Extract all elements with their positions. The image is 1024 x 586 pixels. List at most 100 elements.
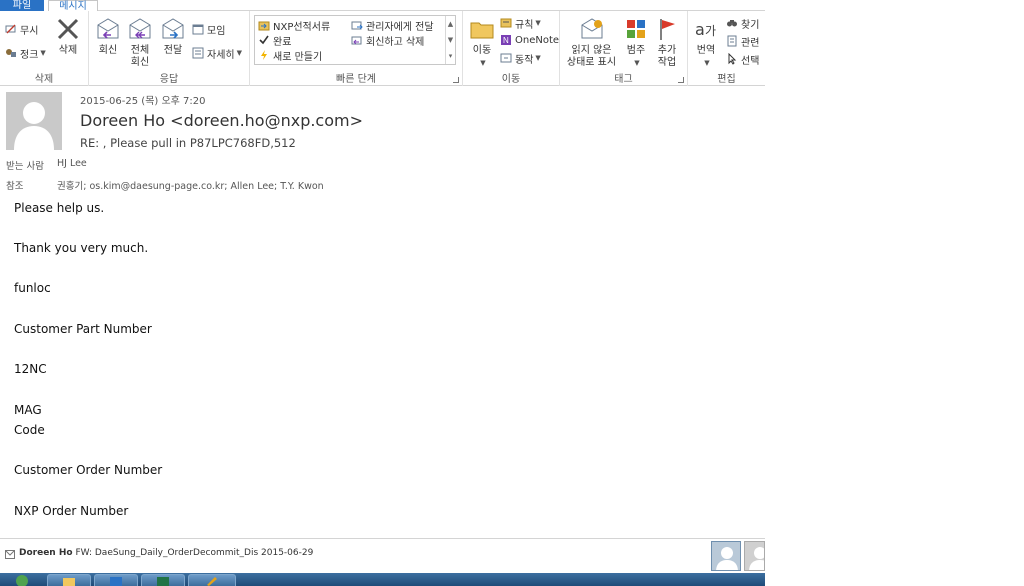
mark-unread-icon (577, 15, 607, 43)
ignore-label: 무시 (20, 25, 39, 37)
person-icon (712, 542, 740, 570)
cc-recipients[interactable]: 권홍기; os.kim@daesung-page.co.kr; Allen Le… (57, 178, 324, 192)
quick-step-reply-delete[interactable]: 회신하고 삭제 (351, 33, 425, 48)
translate-label: 번역 (696, 45, 716, 56)
onenote-label: OneNote (515, 34, 560, 46)
expand-icon[interactable]: ▾ (446, 48, 455, 64)
svg-text:가: 가 (705, 24, 716, 38)
contact-thumbnail[interactable] (711, 541, 741, 571)
onenote-button[interactable]: N OneNote (500, 33, 559, 47)
explorer-icon[interactable] (47, 574, 91, 586)
actions-label: 동작 (515, 54, 534, 66)
mail-icon (5, 549, 15, 562)
excel-icon[interactable] (141, 574, 185, 586)
tab-file[interactable]: 파일 (0, 0, 44, 11)
follow-up-button[interactable]: 추가 작업 (652, 15, 682, 69)
find-button[interactable]: 찾기 (726, 16, 759, 31)
tags-launcher-icon[interactable] (678, 77, 684, 83)
quick-steps-group-label: 빠른 단계 (336, 74, 376, 85)
quick-step-to-manager[interactable]: 관리자에게 전달 (351, 18, 434, 33)
delete-label: 삭제 (58, 45, 78, 56)
people-pane-sender: Doreen Ho (19, 548, 73, 558)
paint-icon[interactable] (188, 574, 236, 586)
respond-group-label: 응답 (159, 74, 179, 85)
meeting-icon (192, 23, 204, 35)
rules-label: 규칙 (515, 19, 534, 31)
to-recipients[interactable]: HJ Lee (57, 158, 87, 169)
message-body: Please help us. Thank you very much. fun… (0, 196, 765, 536)
body-line: Customer Order Number (14, 463, 163, 477)
reply-delete-icon (351, 34, 363, 46)
categorize-label: 범주 (626, 45, 646, 56)
move-group: 이동 ▼ 규칙 ▼ N OneNote 동작 ▼ 이동 (463, 11, 560, 86)
body-line: Please help us. (14, 201, 105, 215)
chevron-down-icon: ▼ (535, 19, 541, 27)
select-button[interactable]: 선택 (726, 52, 759, 67)
svg-text:N: N (503, 36, 509, 45)
quick-step-done[interactable]: 완료 (258, 33, 292, 48)
tags-group: 읽지 않은 상태로 표시 범주 ▼ 추가 작업 태그 (560, 11, 688, 86)
quick-steps-scrollbar[interactable]: ▲ ▼ ▾ (445, 16, 455, 64)
rules-button[interactable]: 규칙 ▼ (500, 16, 541, 31)
body-line: Customer Part Number (14, 322, 152, 336)
quick-step-nxp[interactable]: NXP선적서류 (258, 18, 330, 33)
reply-all-button[interactable]: 전체 회신 (125, 15, 155, 69)
checkmark-icon (258, 34, 270, 46)
body-line: MAG (14, 403, 42, 417)
body-line: funloc (14, 281, 51, 295)
meeting-button[interactable]: 모임 (192, 22, 226, 37)
body-line: 12NC (14, 362, 47, 376)
forward-icon (158, 15, 188, 43)
reply-icon (93, 15, 123, 43)
quick-step-new-label: 새로 만들기 (273, 51, 323, 63)
rules-icon (500, 17, 512, 29)
forward-label: 전달 (163, 45, 183, 56)
cursor-icon (726, 53, 738, 65)
related-label: 관련 (741, 37, 760, 49)
editing-group: a가 번역 ▼ 찾기 관련 선택 편집 (688, 11, 765, 86)
junk-button[interactable]: 정크 ▼ (5, 46, 46, 61)
message-sender[interactable]: Doreen Ho <doreen.ho@nxp.com> (80, 111, 363, 130)
sender-avatar (6, 92, 62, 150)
chevron-down-icon: ▼ (535, 54, 541, 62)
delete-group: 무시 정크 ▼ 삭제 삭제 (0, 11, 89, 86)
folder-arrow-icon (258, 19, 270, 31)
actions-button[interactable]: 동작 ▼ (500, 51, 541, 66)
quick-step-new[interactable]: 새로 만들기 (258, 48, 323, 63)
body-line: Code (14, 423, 45, 437)
move-button[interactable]: 이동 ▼ (467, 15, 497, 69)
flag-icon (652, 15, 682, 43)
reply-all-label-2: 회신 (130, 57, 150, 68)
lightning-icon (258, 49, 270, 61)
chevron-down-icon[interactable]: ▼ (446, 32, 455, 48)
related-icon (726, 35, 738, 47)
meeting-label: 모임 (207, 25, 226, 37)
delete-group-label: 삭제 (34, 74, 54, 85)
chevron-up-icon[interactable]: ▲ (446, 16, 455, 32)
quick-step-to-manager-label: 관리자에게 전달 (366, 21, 434, 33)
move-label: 이동 (472, 45, 492, 56)
delete-button[interactable]: 삭제 (52, 15, 84, 57)
quick-step-reply-delete-label: 회신하고 삭제 (366, 36, 425, 48)
reply-all-icon (125, 15, 155, 43)
people-pane-item[interactable]: Doreen Ho FW: DaeSung_Daily_OrderDecommi… (19, 548, 313, 558)
start-orb-icon[interactable] (4, 574, 40, 586)
chevron-down-icon: ▼ (634, 59, 640, 67)
related-button[interactable]: 관련 (726, 34, 760, 49)
person-icon (6, 92, 62, 150)
reply-label: 회신 (98, 45, 118, 56)
contact-thumbnail[interactable] (744, 541, 765, 571)
binoculars-icon (726, 17, 738, 29)
forward-button[interactable]: 전달 (158, 15, 188, 57)
reply-button[interactable]: 회신 (93, 15, 123, 57)
quick-steps-launcher-icon[interactable] (453, 77, 459, 83)
quick-steps-gallery: NXP선적서류 관리자에게 전달 완료 회신하고 삭제 새로 만들기 ▲ ▼ ▾ (254, 15, 456, 65)
mark-unread-label-2: 상태로 표시 (566, 57, 617, 68)
quick-step-done-label: 완료 (273, 36, 292, 48)
more-respond-button[interactable]: 자세히 ▼ (192, 46, 242, 61)
translate-button[interactable]: a가 번역 ▼ (691, 15, 721, 69)
outlook-icon[interactable] (94, 574, 138, 586)
categorize-button[interactable]: 범주 ▼ (621, 15, 651, 69)
mark-unread-button[interactable]: 읽지 않은 상태로 표시 (564, 15, 619, 69)
ignore-button[interactable]: 무시 (5, 22, 39, 37)
